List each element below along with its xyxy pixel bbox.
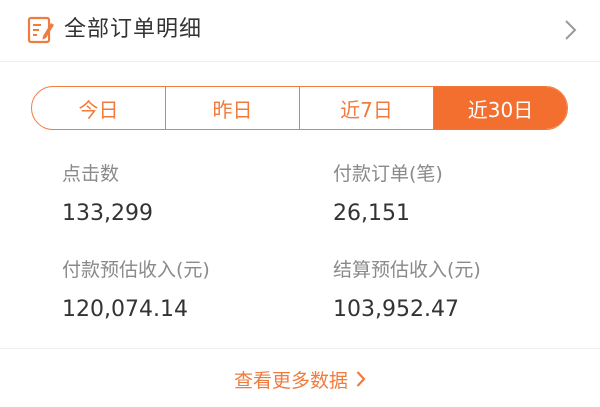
view-more-label: 查看更多数据 (233, 369, 348, 392)
date-range-tabs: 今日 昨日 近7日 近30日 (31, 86, 568, 130)
tab-last-7-days[interactable]: 近7日 (300, 87, 434, 129)
stat-value: 103,952.47 (333, 297, 459, 322)
order-edit-icon (26, 15, 56, 45)
stat-label: 结算预估收入(元) (333, 259, 481, 281)
stat-value: 26,151 (333, 201, 410, 226)
tab-today[interactable]: 今日 (32, 87, 166, 129)
tab-last-30-days[interactable]: 近30日 (434, 87, 567, 129)
view-more-data-link[interactable]: 查看更多数据 (0, 364, 600, 394)
stat-label: 点击数 (62, 163, 120, 185)
stat-settled-estimated-income: 结算预估收入(元) 103,952.47 (333, 258, 481, 324)
stat-value: 120,074.14 (62, 297, 188, 322)
page-title: 全部订单明细 (64, 17, 203, 42)
tab-yesterday[interactable]: 昨日 (166, 87, 300, 129)
stat-paid-estimated-income: 付款预估收入(元) 120,074.14 (62, 258, 210, 324)
divider (0, 348, 600, 349)
stat-clicks: 点击数 133,299 (62, 162, 153, 228)
order-details-header[interactable]: 全部订单明细 (0, 0, 600, 62)
chevron-right-icon (356, 370, 366, 388)
stat-paid-orders: 付款订单(笔) 26,151 (333, 162, 443, 228)
stat-label: 付款订单(笔) (333, 163, 443, 185)
stat-value: 133,299 (62, 201, 153, 226)
stat-label: 付款预估收入(元) (62, 259, 210, 281)
chevron-right-icon[interactable] (564, 18, 578, 42)
